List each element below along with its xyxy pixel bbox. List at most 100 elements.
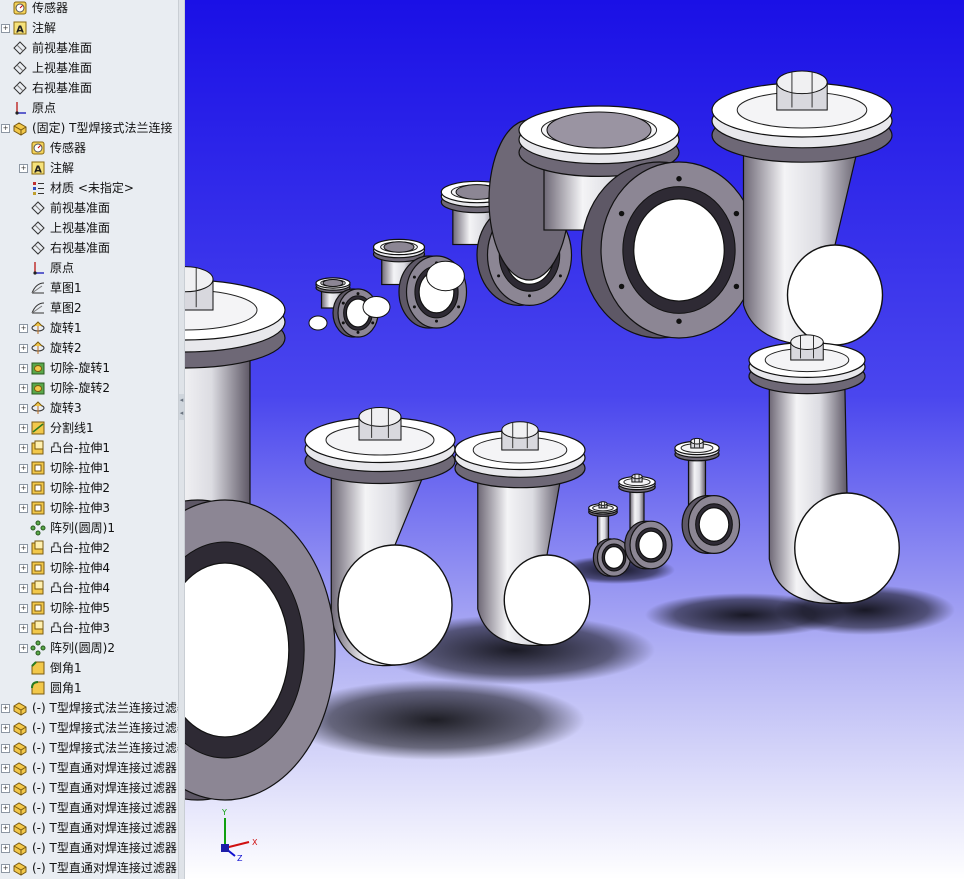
expand-toggle-icon[interactable]: +: [1, 744, 10, 753]
tree-item[interactable]: + 旋转1: [0, 318, 178, 338]
tree-item[interactable]: + 凸台-拉伸4: [0, 578, 178, 598]
plane-icon: [13, 41, 27, 55]
tree-item[interactable]: + (-) T型焊接式法兰连接过滤器: [0, 718, 178, 738]
tree-item[interactable]: + (-) T型直通对焊连接过滤器: [0, 858, 178, 878]
expand-toggle-icon[interactable]: +: [1, 724, 10, 733]
tree-item-label: 凸台-拉伸3: [50, 621, 110, 635]
tree-item-label: 旋转2: [50, 341, 82, 355]
tree-item[interactable]: + 切除-拉伸2: [0, 478, 178, 498]
tree-item[interactable]: 传感器: [0, 0, 178, 18]
sketch-icon: [31, 302, 45, 314]
expand-toggle-icon[interactable]: +: [19, 384, 28, 393]
panel-splitter[interactable]: ◂ ◂: [178, 0, 185, 879]
tree-item-label: 注解: [32, 21, 57, 35]
tree-item[interactable]: 前视基准面: [0, 198, 178, 218]
expand-toggle-icon[interactable]: +: [19, 424, 28, 433]
tree-item[interactable]: 原点: [0, 98, 178, 118]
tree-item[interactable]: + 阵列(圆周)2: [0, 638, 178, 658]
tree-item[interactable]: + (-) T型直通对焊连接过滤器: [0, 818, 178, 838]
tree-item[interactable]: 前视基准面: [0, 38, 178, 58]
tree-item[interactable]: + 旋转3: [0, 398, 178, 418]
chamfer-icon: [31, 661, 45, 675]
expand-toggle-icon[interactable]: +: [1, 824, 10, 833]
tree-item[interactable]: + (-) T型直通对焊连接过滤器: [0, 798, 178, 818]
tree-item[interactable]: + 切除-拉伸1: [0, 458, 178, 478]
expand-toggle-icon[interactable]: +: [1, 784, 10, 793]
expand-toggle-icon[interactable]: +: [19, 644, 28, 653]
tree-item[interactable]: 原点: [0, 258, 178, 278]
part-icon: [13, 802, 27, 816]
plane-icon: [13, 81, 27, 95]
tree-item[interactable]: + 旋转2: [0, 338, 178, 358]
tree-item-label: 传感器: [32, 1, 69, 15]
tree-item[interactable]: + 凸台-拉伸1: [0, 438, 178, 458]
tree-item[interactable]: 阵列(圆周)1: [0, 518, 178, 538]
expand-toggle-icon[interactable]: +: [19, 344, 28, 353]
cut-extrude-icon: [31, 481, 45, 495]
tree-item[interactable]: + 凸台-拉伸3: [0, 618, 178, 638]
tree-item-label: 切除-拉伸2: [50, 481, 110, 495]
expand-toggle-icon[interactable]: +: [19, 164, 28, 173]
expand-toggle-icon[interactable]: +: [1, 844, 10, 853]
tree-item[interactable]: + (-) T型直通对焊连接过滤器: [0, 838, 178, 858]
feature-tree[interactable]: 传感器 + A 注解 前视基准面 上视基准面 右视基准面 原点 + (固定) T型焊接式法兰连接传…: [0, 0, 178, 879]
tree-item[interactable]: 上视基准面: [0, 58, 178, 78]
tree-item[interactable]: 上视基准面: [0, 218, 178, 238]
expand-toggle-icon[interactable]: +: [19, 484, 28, 493]
tree-item[interactable]: + (-) T型直通对焊连接过滤器: [0, 758, 178, 778]
tree-item[interactable]: 右视基准面: [0, 238, 178, 258]
expand-toggle-icon[interactable]: +: [19, 464, 28, 473]
tree-item[interactable]: + (-) T型焊接式法兰连接过滤器: [0, 738, 178, 758]
tree-item[interactable]: + A 注解: [0, 158, 178, 178]
expand-toggle-icon[interactable]: +: [19, 584, 28, 593]
expand-toggle-icon[interactable]: +: [1, 864, 10, 873]
tree-item[interactable]: 右视基准面: [0, 78, 178, 98]
part-icon: [13, 122, 27, 136]
tree-item[interactable]: 材质 <未指定>: [0, 178, 178, 198]
cut-extrude-icon: [31, 501, 45, 515]
origin-icon: [33, 262, 44, 275]
tree-item[interactable]: + (-) T型直通对焊连接过滤器: [0, 778, 178, 798]
revolve-icon: [31, 341, 45, 354]
tree-item-label: 阵列(圆周)1: [50, 521, 115, 535]
tree-item[interactable]: + A 注解: [0, 18, 178, 38]
part-icon: [13, 782, 27, 796]
collapse-handle-icon[interactable]: ◂ ◂: [179, 394, 184, 420]
tree-item[interactable]: + 切除-旋转1: [0, 358, 178, 378]
model-scene[interactable]: Y XZ: [185, 0, 964, 879]
revolve-icon: [31, 321, 45, 334]
tree-item[interactable]: + (固定) T型焊接式法兰连接: [0, 118, 178, 138]
tree-item[interactable]: + 切除-旋转2: [0, 378, 178, 398]
expand-toggle-icon[interactable]: +: [19, 604, 28, 613]
tree-item-label: 切除-拉伸5: [50, 601, 110, 615]
tree-item[interactable]: 倒角1: [0, 658, 178, 678]
expand-toggle-icon[interactable]: +: [1, 704, 10, 713]
expand-toggle-icon[interactable]: +: [19, 544, 28, 553]
tree-item[interactable]: 草图1: [0, 278, 178, 298]
tree-item[interactable]: + 切除-拉伸3: [0, 498, 178, 518]
expand-toggle-icon[interactable]: +: [19, 404, 28, 413]
expand-toggle-icon[interactable]: +: [19, 324, 28, 333]
tree-item[interactable]: 传感器: [0, 138, 178, 158]
plane-icon: [31, 221, 45, 235]
tree-item[interactable]: + 凸台-拉伸2: [0, 538, 178, 558]
tree-item[interactable]: + 切除-拉伸4: [0, 558, 178, 578]
expand-toggle-icon[interactable]: +: [19, 624, 28, 633]
expand-toggle-icon[interactable]: +: [19, 504, 28, 513]
graphics-viewport[interactable]: Y XZ: [185, 0, 964, 879]
expand-toggle-icon[interactable]: +: [1, 764, 10, 773]
tree-item[interactable]: 草图2: [0, 298, 178, 318]
tree-item[interactable]: + 切除-拉伸5: [0, 598, 178, 618]
expand-toggle-icon[interactable]: +: [19, 364, 28, 373]
axis-label: Z: [237, 854, 243, 863]
expand-toggle-icon[interactable]: +: [1, 124, 10, 133]
tree-item[interactable]: + 分割线1: [0, 418, 178, 438]
tree-item-label: 切除-拉伸1: [50, 461, 110, 475]
tree-item[interactable]: + (-) T型焊接式法兰连接过滤器: [0, 698, 178, 718]
expand-toggle-icon[interactable]: +: [19, 444, 28, 453]
tree-item[interactable]: 圆角1: [0, 678, 178, 698]
tree-item-label: 旋转3: [50, 401, 82, 415]
expand-toggle-icon[interactable]: +: [1, 24, 10, 33]
expand-toggle-icon[interactable]: +: [19, 564, 28, 573]
expand-toggle-icon[interactable]: +: [1, 804, 10, 813]
